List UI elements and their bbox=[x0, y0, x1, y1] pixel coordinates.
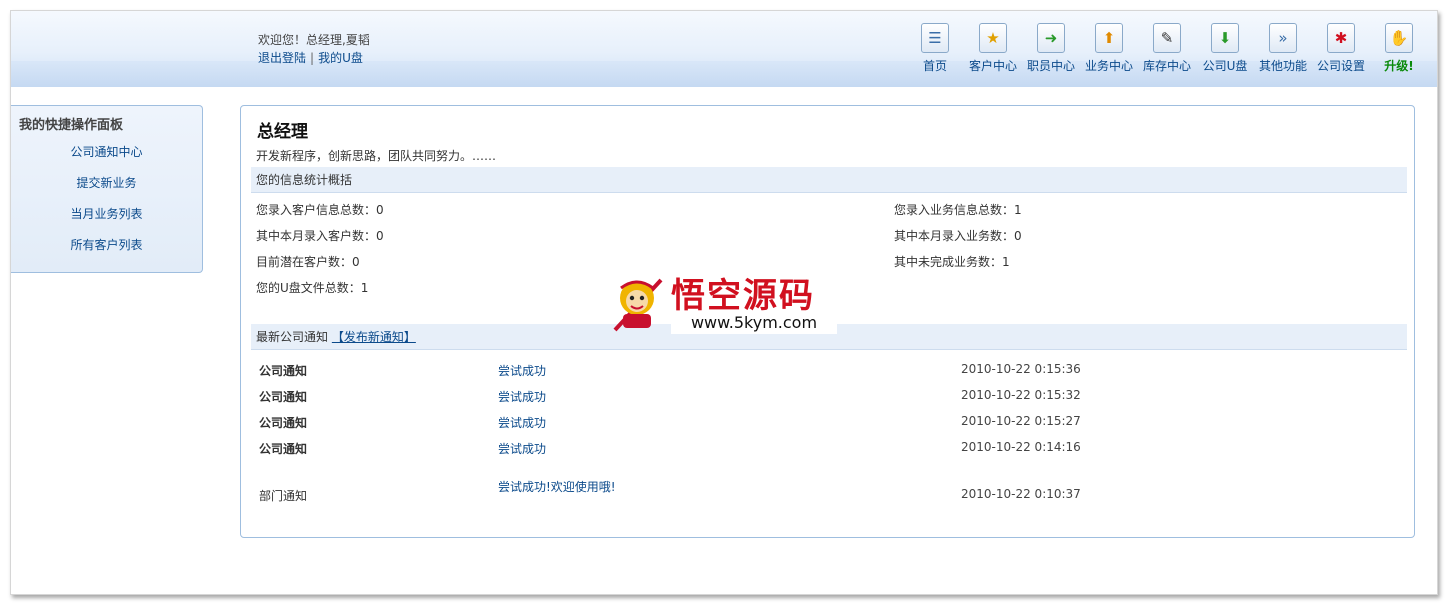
top-nav: ☰ 首页 ★ 客户中心 ➜ 职员中心 ⬆ 业务中心 ✎ 库存中心 ⬇ 公司U盘 bbox=[906, 23, 1428, 74]
notice-title-link[interactable]: 尝试成功 bbox=[498, 362, 546, 379]
welcome-text: 欢迎您！总经理,夏韬 bbox=[258, 33, 370, 47]
notices-header-label: 最新公司通知 bbox=[256, 330, 329, 344]
other-icon: » bbox=[1269, 23, 1297, 53]
business-icon: ⬆ bbox=[1095, 23, 1123, 53]
nav-home[interactable]: ☰ 首页 bbox=[906, 23, 964, 74]
table-row: 部门通知 尝试成功!欢迎使用哦! 2010-10-22 0:10:37 bbox=[259, 478, 1399, 518]
staff-icon: ➜ bbox=[1037, 23, 1065, 53]
notice-type: 公司通知 bbox=[259, 416, 308, 430]
sidebar-item-submit-business[interactable]: 提交新业务 bbox=[76, 176, 136, 190]
notice-title-link[interactable]: 尝试成功 bbox=[498, 440, 546, 457]
watermark-logo: 悟空源码 www.5kym.com bbox=[611, 268, 837, 336]
watermark-url: www.5kym.com bbox=[671, 312, 837, 334]
header: 欢迎您！总经理,夏韬 退出登陆 | 我的U盘 ☰ 首页 ★ 客户中心 ➜ 职员中心 … bbox=[11, 11, 1437, 87]
nav-label: 公司设置 bbox=[1316, 59, 1365, 73]
table-row: 公司通知 尝试成功 2010-10-22 0:15:27 bbox=[259, 414, 1399, 440]
user-links: 退出登陆 | 我的U盘 bbox=[258, 49, 363, 66]
nav-other-functions[interactable]: » 其他功能 bbox=[1254, 23, 1312, 74]
stat-business-unfinished: 其中未完成业务数：1 bbox=[894, 255, 1010, 269]
inventory-icon: ✎ bbox=[1153, 23, 1181, 53]
logout-link[interactable]: 退出登陆 bbox=[258, 51, 306, 65]
nav-label: 其他功能 bbox=[1258, 59, 1307, 73]
sidebar-item-company-notices[interactable]: 公司通知中心 bbox=[70, 145, 142, 159]
nav-company-disk[interactable]: ⬇ 公司U盘 bbox=[1196, 23, 1254, 74]
table-row: 公司通知 尝试成功 2010-10-22 0:15:32 bbox=[259, 388, 1399, 414]
sidebar-item-all-customers[interactable]: 所有客户列表 bbox=[70, 238, 142, 252]
watermark-brand: 悟空源码 bbox=[671, 276, 815, 316]
quick-panel-list: 公司通知中心 提交新业务 当月业务列表 所有客户列表 bbox=[11, 137, 202, 261]
stats-header-label: 您的信息统计概括 bbox=[256, 173, 353, 187]
page-title: 总经理 bbox=[257, 122, 308, 142]
table-row: 公司通知 尝试成功 2010-10-22 0:15:36 bbox=[259, 362, 1399, 388]
notice-time: 2010-10-22 0:14:16 bbox=[961, 440, 1081, 454]
monkey-mascot-icon bbox=[613, 278, 663, 332]
link-separator: | bbox=[310, 51, 315, 65]
customer-icon: ★ bbox=[979, 23, 1007, 53]
notice-time: 2010-10-22 0:10:37 bbox=[961, 487, 1081, 501]
stat-business-month: 其中本月录入业务数：0 bbox=[894, 229, 1022, 243]
publish-notice-link[interactable]: 【发布新通知】 bbox=[332, 330, 416, 344]
nav-staff-center[interactable]: ➜ 职员中心 bbox=[1022, 23, 1080, 74]
notice-type: 部门通知 bbox=[259, 489, 308, 503]
list-item: 当月业务列表 bbox=[11, 199, 202, 230]
list-item: 提交新业务 bbox=[11, 168, 202, 199]
nav-label: 升级! bbox=[1384, 59, 1414, 73]
stat-business-total: 您录入业务信息总数：1 bbox=[894, 203, 1022, 217]
sidebar-item-monthly-business[interactable]: 当月业务列表 bbox=[70, 207, 142, 221]
nav-customer-center[interactable]: ★ 客户中心 bbox=[964, 23, 1022, 74]
quick-panel: 我的快捷操作面板 公司通知中心 提交新业务 当月业务列表 所有客户列表 bbox=[11, 105, 203, 273]
nav-company-settings[interactable]: ✱ 公司设置 bbox=[1312, 23, 1370, 74]
nav-label: 库存中心 bbox=[1142, 59, 1191, 73]
upgrade-icon: ✋ bbox=[1385, 23, 1413, 53]
notice-title-link[interactable]: 尝试成功!欢迎使用哦! bbox=[498, 478, 616, 495]
notice-type: 公司通知 bbox=[259, 364, 308, 378]
notice-time: 2010-10-22 0:15:36 bbox=[961, 362, 1081, 376]
stat-disk-files: 您的U盘文件总数：1 bbox=[256, 281, 369, 295]
notice-type: 公司通知 bbox=[259, 390, 308, 404]
nav-inventory-center[interactable]: ✎ 库存中心 bbox=[1138, 23, 1196, 74]
nav-label: 客户中心 bbox=[968, 59, 1017, 73]
table-row: 公司通知 尝试成功 2010-10-22 0:14:16 bbox=[259, 440, 1399, 466]
motto-text: 开发新程序，创新思路，团队共同努力。…… bbox=[256, 149, 497, 163]
nav-business-center[interactable]: ⬆ 业务中心 bbox=[1080, 23, 1138, 74]
notice-time: 2010-10-22 0:15:27 bbox=[961, 414, 1081, 428]
stat-customer-total: 您录入客户信息总数：0 bbox=[256, 203, 384, 217]
my-disk-link[interactable]: 我的U盘 bbox=[318, 51, 363, 65]
nav-label: 职员中心 bbox=[1026, 59, 1075, 73]
stat-potential-customers: 目前潜在客户数：0 bbox=[256, 255, 360, 269]
notice-title-link[interactable]: 尝试成功 bbox=[498, 414, 546, 431]
notice-title-link[interactable]: 尝试成功 bbox=[498, 388, 546, 405]
disk-icon: ⬇ bbox=[1211, 23, 1239, 53]
nav-label: 首页 bbox=[922, 59, 947, 73]
settings-icon: ✱ bbox=[1327, 23, 1355, 53]
list-item: 公司通知中心 bbox=[11, 137, 202, 168]
home-icon: ☰ bbox=[921, 23, 949, 53]
nav-label: 公司U盘 bbox=[1202, 59, 1248, 73]
quick-panel-title: 我的快捷操作面板 bbox=[19, 118, 124, 133]
stat-customer-month: 其中本月录入客户数：0 bbox=[256, 229, 384, 243]
stats-header: 您的信息统计概括 bbox=[251, 167, 1407, 193]
nav-upgrade[interactable]: ✋ 升级! bbox=[1370, 23, 1428, 74]
notice-time: 2010-10-22 0:15:32 bbox=[961, 388, 1081, 402]
list-item: 所有客户列表 bbox=[11, 230, 202, 261]
notice-type: 公司通知 bbox=[259, 442, 308, 456]
nav-label: 业务中心 bbox=[1084, 59, 1133, 73]
